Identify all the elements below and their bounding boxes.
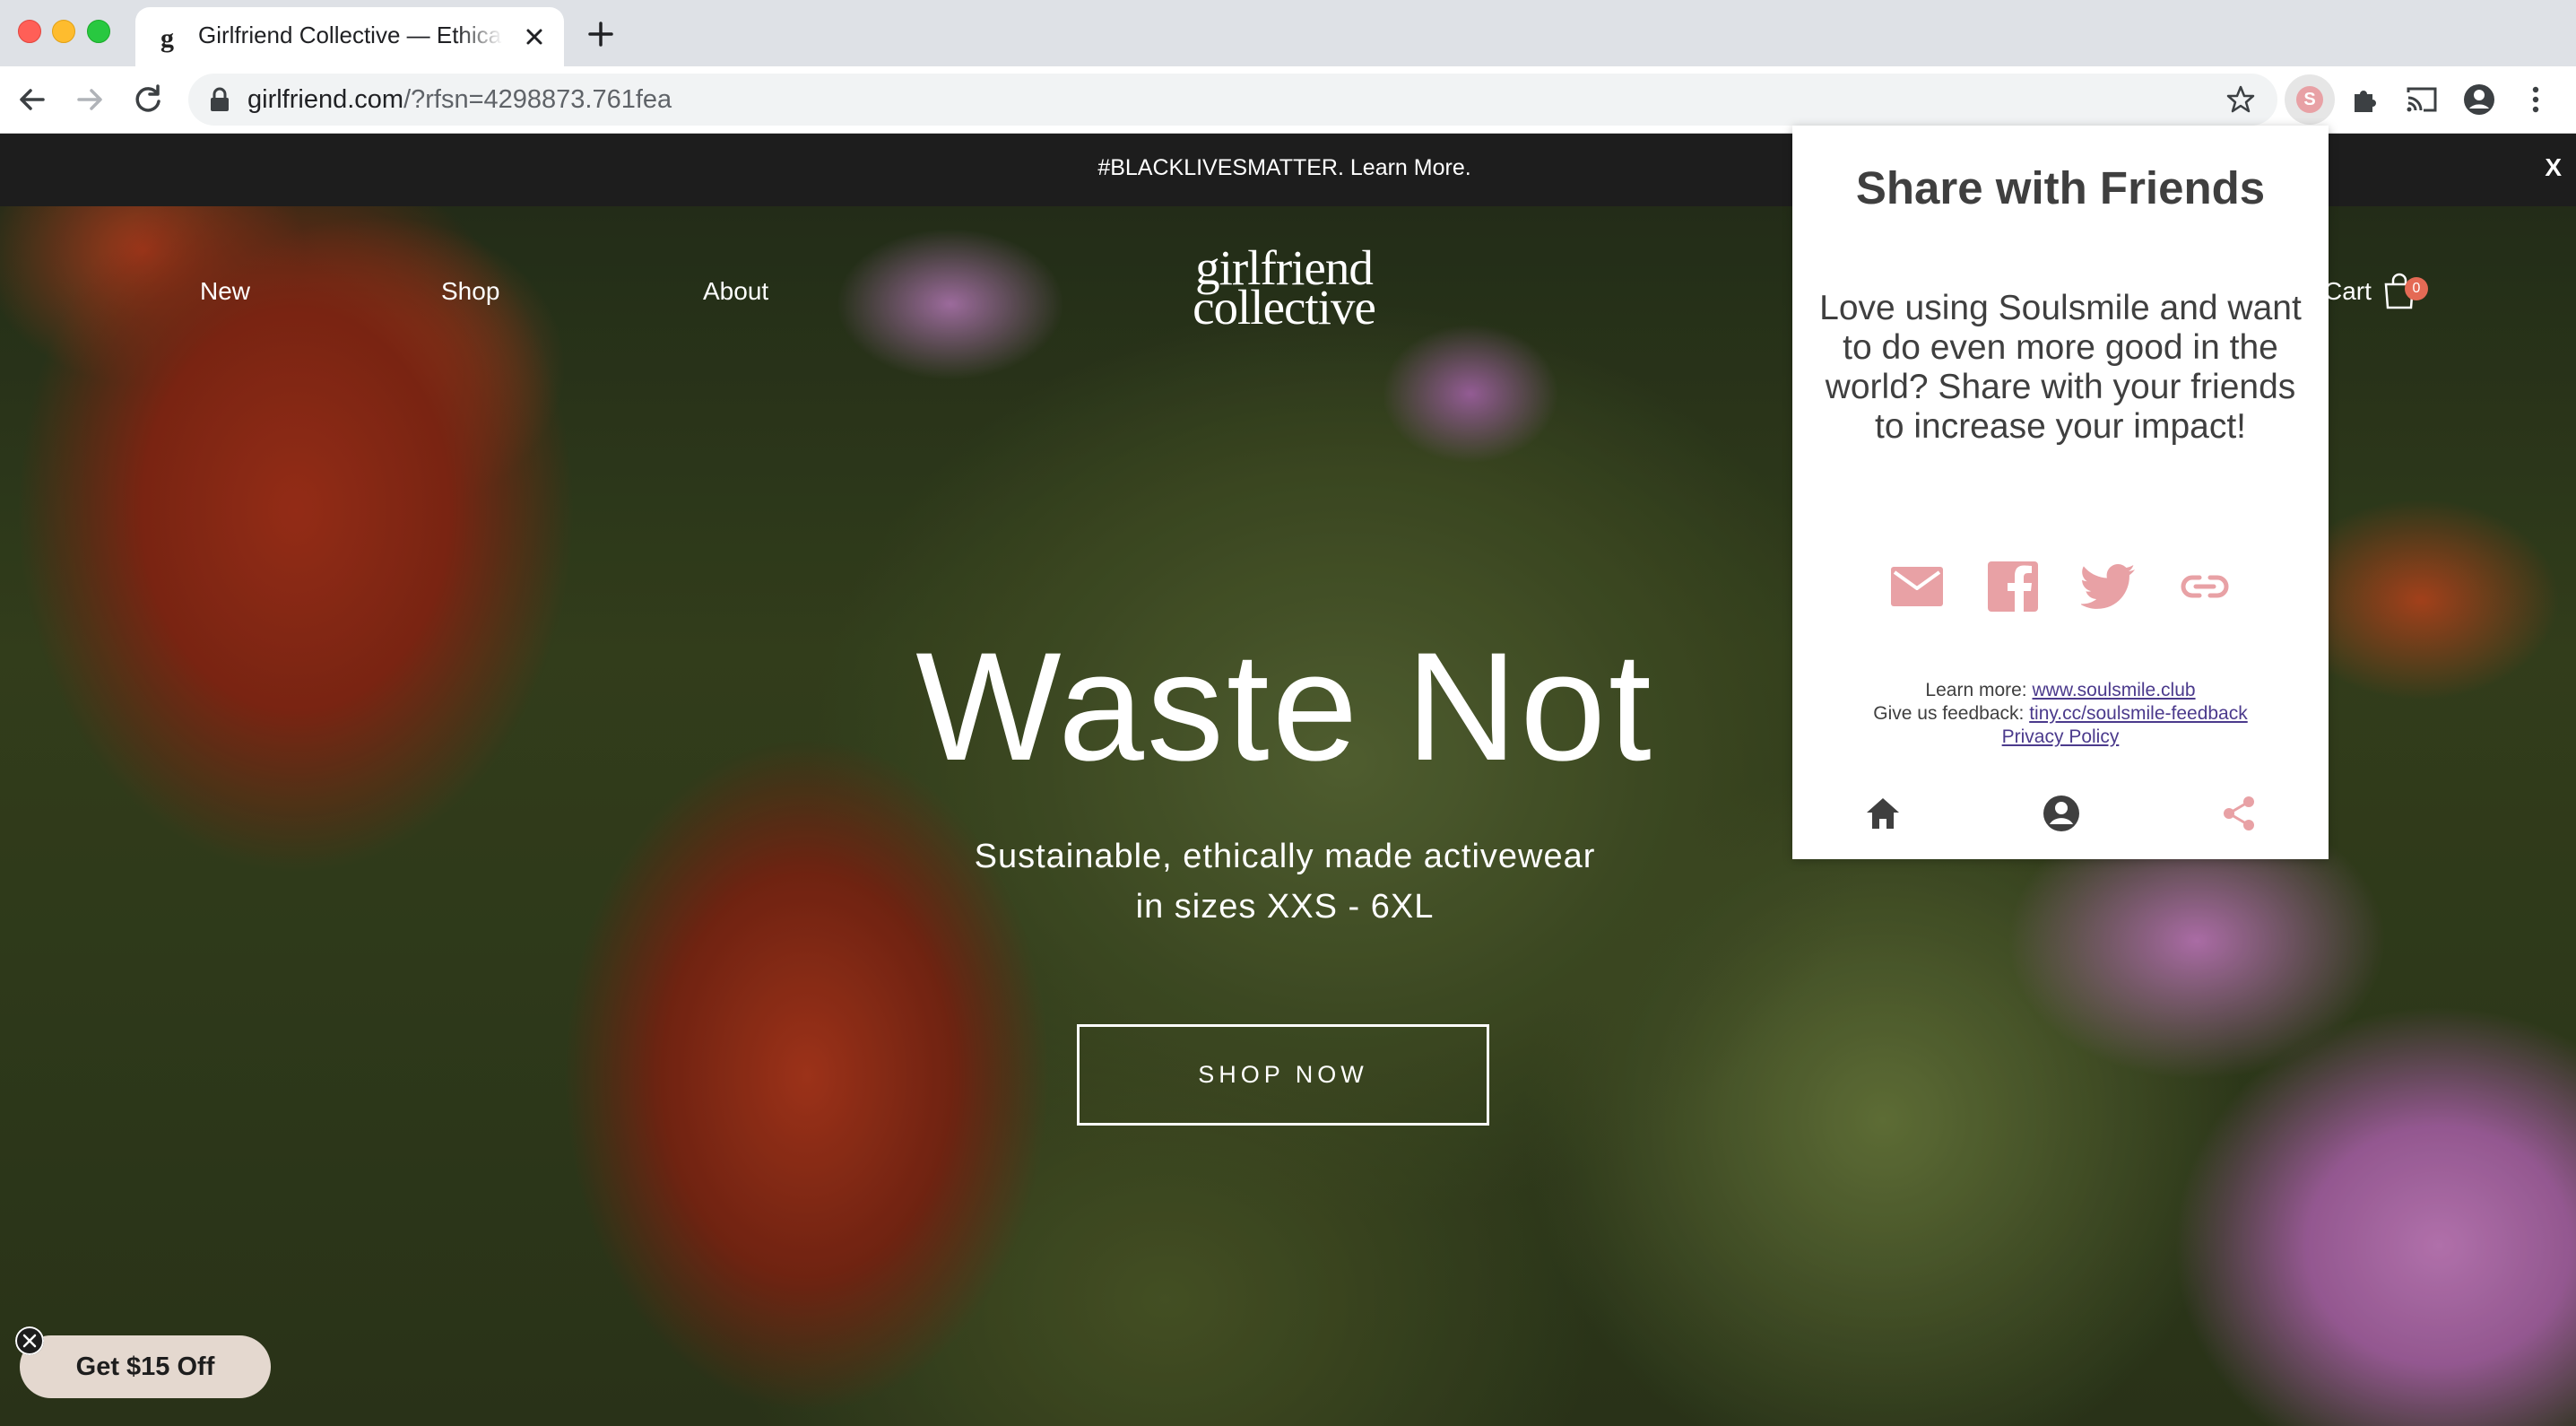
twitter-icon[interactable] xyxy=(2081,558,2138,615)
close-icon[interactable] xyxy=(521,23,548,50)
link-icon[interactable] xyxy=(2176,558,2233,615)
url-text[interactable]: girlfriend.com/?rfsn=4298873.761fea xyxy=(247,85,672,115)
cart-link[interactable]: Cart xyxy=(2324,277,2372,306)
browser-tab-bar: g Girlfriend Collective — Ethically Made… xyxy=(0,0,2576,66)
facebook-icon[interactable] xyxy=(1984,558,2042,615)
share-icon[interactable] xyxy=(2218,793,2259,834)
new-tab-icon[interactable] xyxy=(585,18,617,50)
shop-now-button[interactable]: SHOP NOW xyxy=(1077,1024,1489,1126)
nav-about[interactable]: About xyxy=(703,277,768,306)
url-path: /?rfsn=4298873.761fea xyxy=(403,85,672,114)
learn-more-row: Learn more: www.soulsmile.club xyxy=(1792,679,2329,702)
nav-shop[interactable]: Shop xyxy=(441,277,499,306)
popup-description: Love using Soulsmile and want to do even… xyxy=(1819,289,2302,446)
hero-subtitle-line-2: in sizes XXS - 6XL xyxy=(1135,888,1435,926)
puzzle-icon[interactable] xyxy=(2347,82,2383,117)
arrow-right-icon[interactable] xyxy=(72,82,108,117)
star-icon[interactable] xyxy=(2225,84,2256,115)
learn-more-label: Learn more: xyxy=(1925,680,2027,700)
cart-count-badge: 0 xyxy=(2405,277,2428,300)
popup-title: Share with Friends xyxy=(1855,162,2266,213)
account-icon[interactable] xyxy=(2041,793,2082,834)
cast-icon[interactable] xyxy=(2404,82,2440,117)
home-icon[interactable] xyxy=(1862,793,1904,834)
soulsmile-website-link[interactable]: www.soulsmile.club xyxy=(2033,680,2196,700)
window-close-button[interactable] xyxy=(18,20,41,43)
window-minimize-button[interactable] xyxy=(52,20,75,43)
announcement-close-button[interactable]: X xyxy=(2545,153,2562,182)
logo-line-2: collective xyxy=(1193,280,1376,335)
soulsmile-popup: Share with Friends Love using Soulsmile … xyxy=(1792,126,2329,859)
soulsmile-extension-button[interactable]: S xyxy=(2285,74,2335,125)
feedback-link[interactable]: tiny.cc/soulsmile-feedback xyxy=(2029,703,2248,724)
tab-favicon: g xyxy=(160,23,174,53)
account-circle-icon[interactable] xyxy=(2461,82,2497,117)
window-maximize-button[interactable] xyxy=(87,20,110,43)
url-host: girlfriend.com xyxy=(247,85,404,114)
popup-links: Learn more: www.soulsmile.club Give us f… xyxy=(1792,679,2329,749)
browser-toolbar: girlfriend.com/?rfsn=4298873.761fea S xyxy=(0,66,2576,134)
kebab-menu-icon[interactable] xyxy=(2518,82,2554,117)
arrow-left-icon[interactable] xyxy=(14,82,50,117)
privacy-row: Privacy Policy xyxy=(1792,726,2329,749)
feedback-label: Give us feedback: xyxy=(1873,703,2025,724)
browser-tab-active[interactable]: g Girlfriend Collective — Ethically Made… xyxy=(135,7,564,66)
privacy-policy-link[interactable]: Privacy Policy xyxy=(2002,726,2120,747)
promo-button[interactable]: Get $15 Off xyxy=(20,1335,271,1398)
tab-title: Girlfriend Collective — Ethically Made A… xyxy=(198,22,503,48)
address-bar[interactable]: girlfriend.com/?rfsn=4298873.761fea xyxy=(188,74,2277,126)
lock-icon[interactable] xyxy=(208,87,231,112)
email-icon[interactable] xyxy=(1888,558,1946,615)
soulsmile-icon: S xyxy=(2296,86,2323,113)
nav-new[interactable]: New xyxy=(200,277,250,306)
site-logo[interactable]: girlfriend collective xyxy=(1166,243,1402,335)
feedback-row: Give us feedback: tiny.cc/soulsmile-feed… xyxy=(1792,702,2329,726)
close-icon[interactable] xyxy=(15,1326,44,1355)
reload-icon[interactable] xyxy=(130,82,166,117)
